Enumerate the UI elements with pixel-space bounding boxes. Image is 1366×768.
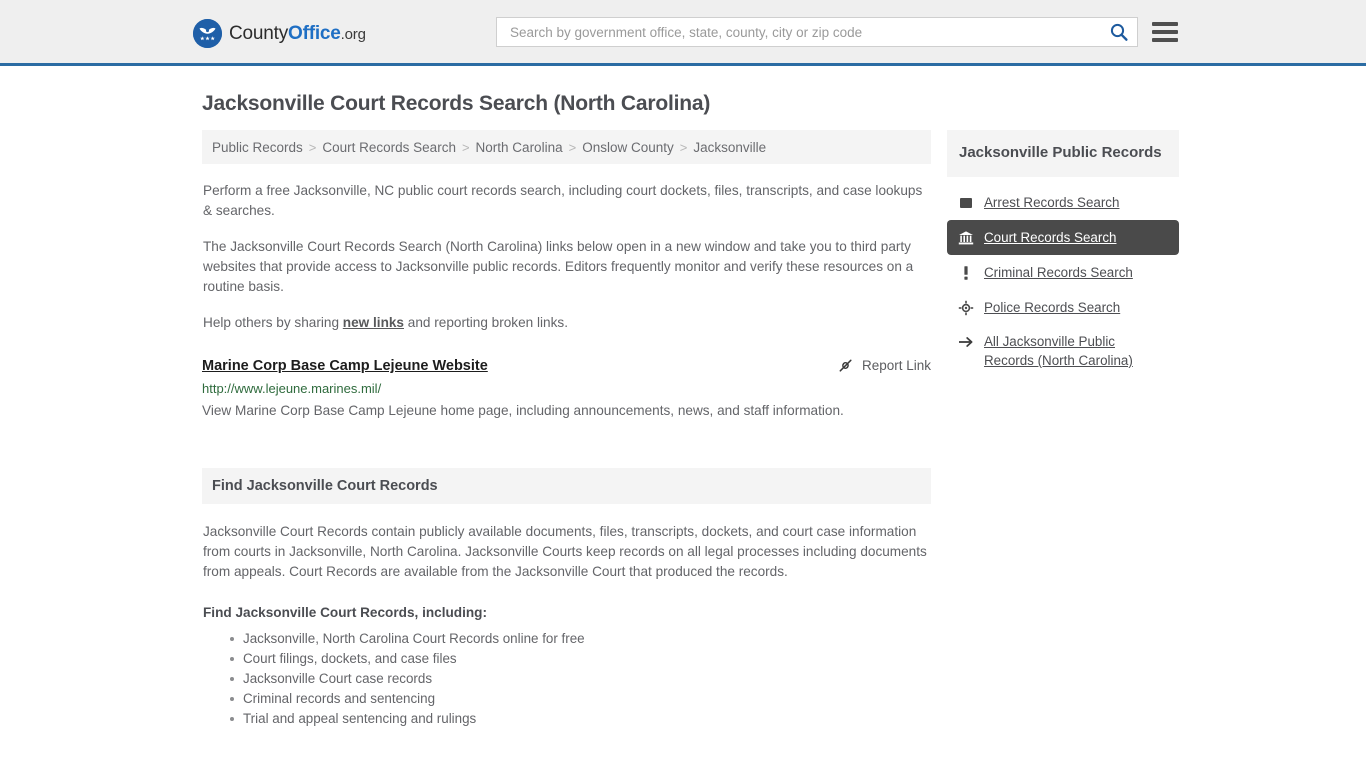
intro-paragraph-2: The Jacksonville Court Records Search (N… — [203, 239, 914, 294]
breadcrumb: Public Records > Court Records Search > … — [202, 130, 931, 164]
content-container: Jacksonville Court Records Search (North… — [191, 66, 1179, 729]
main-column: Public Records > Court Records Search > … — [202, 116, 931, 729]
page-body: Jacksonville Court Records Search (North… — [0, 66, 1366, 729]
search-icon[interactable] — [1109, 22, 1129, 42]
sidebar-item-criminal-records-search[interactable]: Criminal Records Search — [947, 255, 1179, 290]
breadcrumb-separator: > — [679, 139, 688, 155]
result-entry: Marine Corp Base Camp Lejeune Website Re… — [202, 356, 931, 422]
list-item: Jacksonville Court case records — [230, 669, 931, 689]
find-section-subheading: Find Jacksonville Court Records, includi… — [203, 605, 488, 620]
logo-text: CountyOffice.org — [229, 24, 366, 43]
breadcrumb-item-jacksonville: Jacksonville — [693, 139, 767, 155]
breadcrumb-item-court-records-search[interactable]: Court Records Search — [322, 140, 456, 155]
sidebar-item-label: Arrest Records Search — [984, 195, 1120, 210]
sidebar: Jacksonville Public Records Arrest Recor… — [947, 116, 1179, 378]
breadcrumb-item-public-records[interactable]: Public Records — [212, 140, 303, 155]
breadcrumb-separator: > — [308, 139, 317, 155]
content-columns: Public Records > Court Records Search > … — [191, 116, 1179, 729]
logo-text-org: .org — [340, 26, 366, 43]
intro-paragraph-1: Perform a free Jacksonville, NC public c… — [203, 183, 923, 218]
breadcrumb-separator: > — [568, 139, 577, 155]
hamburger-bar — [1152, 30, 1178, 34]
page-title: Jacksonville Court Records Search (North… — [202, 92, 711, 115]
result-description: View Marine Corp Base Camp Lejeune home … — [202, 403, 844, 418]
search-box[interactable] — [496, 17, 1138, 47]
list-item: Court filings, dockets, and case files — [230, 649, 931, 669]
share-text-after: and reporting broken links. — [404, 315, 568, 330]
sidebar-item-label: Criminal Records Search — [984, 265, 1133, 280]
find-records-list: Jacksonville, North Carolina Court Recor… — [202, 629, 931, 729]
sidebar-item-court-records-search[interactable]: Court Records Search — [947, 220, 1179, 255]
search-input[interactable] — [508, 18, 1109, 46]
sidebar-item-label: All Jacksonville Public Records (North C… — [984, 332, 1168, 370]
hamburger-menu-icon[interactable] — [1152, 22, 1178, 42]
sidebar-item-arrest-records-search[interactable]: Arrest Records Search — [947, 185, 1179, 220]
breadcrumb-item-onslow-county[interactable]: Onslow County — [582, 140, 674, 155]
report-link-button[interactable]: Report Link — [837, 356, 931, 374]
hamburger-bar — [1152, 22, 1178, 26]
result-url-link[interactable]: http://www.lejeune.marines.mil/ — [202, 380, 931, 398]
sidebar-item-label: Police Records Search — [984, 300, 1121, 315]
broken-link-icon — [837, 357, 854, 374]
result-title-link[interactable]: Marine Corp Base Camp Lejeune Website — [202, 356, 488, 376]
list-item: Criminal records and sentencing — [230, 689, 931, 709]
sidebar-item-all-public-records[interactable]: All Jacksonville Public Records (North C… — [947, 325, 1179, 378]
site-header: CountyOffice.org — [0, 0, 1366, 66]
police-badge-icon — [958, 300, 974, 316]
breadcrumb-separator: > — [461, 139, 470, 155]
new-links-link[interactable]: new links — [343, 315, 404, 330]
intro-paragraph-3: Help others by sharing new links and rep… — [202, 313, 931, 333]
sidebar-title: Jacksonville Public Records — [959, 144, 1162, 161]
report-link-label: Report Link — [861, 358, 931, 373]
sidebar-header: Jacksonville Public Records — [947, 130, 1179, 177]
logo-text-office: Office — [288, 23, 341, 44]
site-logo[interactable]: CountyOffice.org — [193, 19, 366, 48]
find-section-heading: Find Jacksonville Court Records — [212, 478, 438, 494]
arrow-right-icon — [958, 334, 974, 350]
fingerprint-square-icon — [958, 195, 974, 211]
sidebar-list: Arrest Records Search Court Records Sear… — [947, 185, 1179, 378]
result-header-row: Marine Corp Base Camp Lejeune Website Re… — [202, 356, 931, 376]
all-records-line2: Records (North Carolina) — [984, 353, 1133, 368]
all-records-line1: All Jacksonville Public — [984, 334, 1115, 349]
list-item: Trial and appeal sentencing and rulings — [230, 709, 931, 729]
courthouse-icon — [958, 230, 974, 246]
sidebar-item-label: Court Records Search — [984, 230, 1117, 245]
hamburger-bar — [1152, 38, 1178, 42]
share-text-before: Help others by sharing — [203, 315, 343, 330]
find-section-heading-bar: Find Jacksonville Court Records — [202, 468, 931, 504]
breadcrumb-item-north-carolina[interactable]: North Carolina — [476, 140, 563, 155]
header-search-area — [496, 17, 1178, 47]
sidebar-item-police-records-search[interactable]: Police Records Search — [947, 290, 1179, 325]
find-section-body: Jacksonville Court Records contain publi… — [203, 524, 927, 579]
list-item: Jacksonville, North Carolina Court Recor… — [230, 629, 931, 649]
logo-text-county: County — [229, 23, 289, 44]
eagle-shield-icon — [193, 19, 222, 48]
exclamation-icon — [958, 265, 974, 281]
